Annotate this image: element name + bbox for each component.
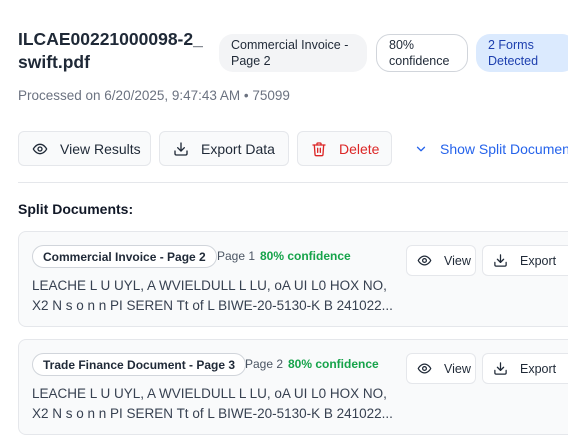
confidence-label: 80% confidence [288,357,379,371]
document-type-badge: Commercial Invoice - Page 2 [219,34,367,72]
show-split-documents-button[interactable]: Show Split Documents [414,131,568,166]
delete-label: Delete [339,140,380,157]
processed-info: Processed on 6/20/2025, 9:47:43 AM • 750… [18,88,290,103]
split-documents-title: Split Documents: [18,201,134,217]
document-preview-text: LEACHE L U UYL, A WVIELDULL L LU, oA UI … [32,278,393,313]
show-split-documents-label: Show Split Documents [440,140,568,157]
document-type-tag: Commercial Invoice - Page 2 [32,245,217,268]
export-label: Export [520,361,557,376]
view-results-button[interactable]: View Results [18,131,151,166]
export-button[interactable]: Export [482,245,568,276]
export-data-label: Export Data [201,140,275,157]
eye-icon [32,141,48,157]
view-results-label: View Results [60,140,141,157]
download-icon [173,141,189,157]
split-document-card: Trade Finance Document - Page 3 Page 2 8… [18,339,568,435]
confidence-badge: 80% confidence [376,34,468,72]
eye-icon [417,361,432,376]
view-label: View [444,361,471,376]
trash-icon [311,141,327,157]
export-button[interactable]: Export [482,353,568,384]
export-label: Export [520,253,557,268]
view-label: View [444,253,471,268]
chevron-down-icon [414,142,428,156]
page-label: Page 1 [217,249,256,263]
document-preview-text: LEACHE L U UYL, A WVIELDULL L LU, oA UI … [32,386,393,421]
forms-detected-badge: 2 Forms Detected [476,34,568,72]
export-data-button[interactable]: Export Data [159,131,289,166]
download-icon [493,253,508,268]
delete-button[interactable]: Delete [297,131,392,166]
confidence-label: 80% confidence [260,249,351,263]
download-icon [493,361,508,376]
file-name: ILCAE00221000098-2_swift.pdf [18,29,203,72]
view-button[interactable]: View [406,353,476,384]
view-button[interactable]: View [406,245,476,276]
document-type-tag: Trade Finance Document - Page 3 [32,353,247,376]
split-document-card: Commercial Invoice - Page 2 Page 1 80% c… [18,231,568,327]
divider [18,182,568,183]
eye-icon [417,253,432,268]
page-label: Page 2 [245,357,284,371]
